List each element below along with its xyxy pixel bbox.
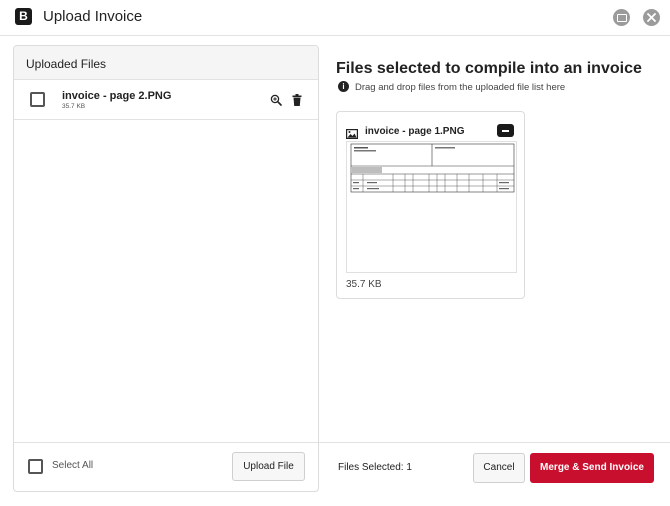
cancel-button[interactable]: Cancel	[473, 453, 525, 483]
select-all-label[interactable]: Select All	[52, 460, 93, 471]
compile-subtitle: Drag and drop files from the uploaded fi…	[355, 82, 566, 93]
close-icon[interactable]	[643, 9, 660, 26]
upload-file-button[interactable]: Upload File	[232, 452, 305, 481]
window-title: Upload Invoice	[43, 8, 143, 25]
remove-file-button[interactable]	[497, 124, 514, 137]
app-logo: B	[15, 8, 32, 25]
uploaded-file-row[interactable]: invoice - page 2.PNG 35.7 KB	[14, 80, 318, 120]
info-icon: i	[338, 81, 349, 92]
file-name: invoice - page 2.PNG	[62, 90, 172, 102]
file-checkbox[interactable]	[30, 92, 45, 107]
file-size: 35.7 KB	[62, 103, 86, 110]
uploaded-files-panel: Uploaded Files invoice - page 2.PNG 35.7…	[13, 45, 319, 492]
merge-send-invoice-button[interactable]: Merge & Send Invoice	[530, 453, 654, 483]
selected-file-card[interactable]: invoice - page 1.PNG 35.7 KB	[336, 111, 525, 299]
window-restore-icon[interactable]	[613, 9, 630, 26]
uploaded-files-footer: Select All Upload File	[14, 442, 318, 491]
trash-icon[interactable]	[292, 93, 302, 111]
selected-file-name: invoice - page 1.PNG	[365, 126, 465, 137]
selected-file-size: 35.7 KB	[346, 279, 382, 290]
invoice-thumbnail	[346, 141, 517, 273]
title-bar: B Upload Invoice	[0, 0, 670, 36]
select-all-checkbox[interactable]	[28, 459, 43, 474]
zoom-in-icon[interactable]	[270, 93, 282, 111]
uploaded-files-title: Uploaded Files	[26, 57, 107, 71]
uploaded-files-header: Uploaded Files	[14, 46, 318, 80]
compile-title: Files selected to compile into an invoic…	[336, 60, 642, 77]
files-selected-count: Files Selected: 1	[338, 462, 412, 473]
